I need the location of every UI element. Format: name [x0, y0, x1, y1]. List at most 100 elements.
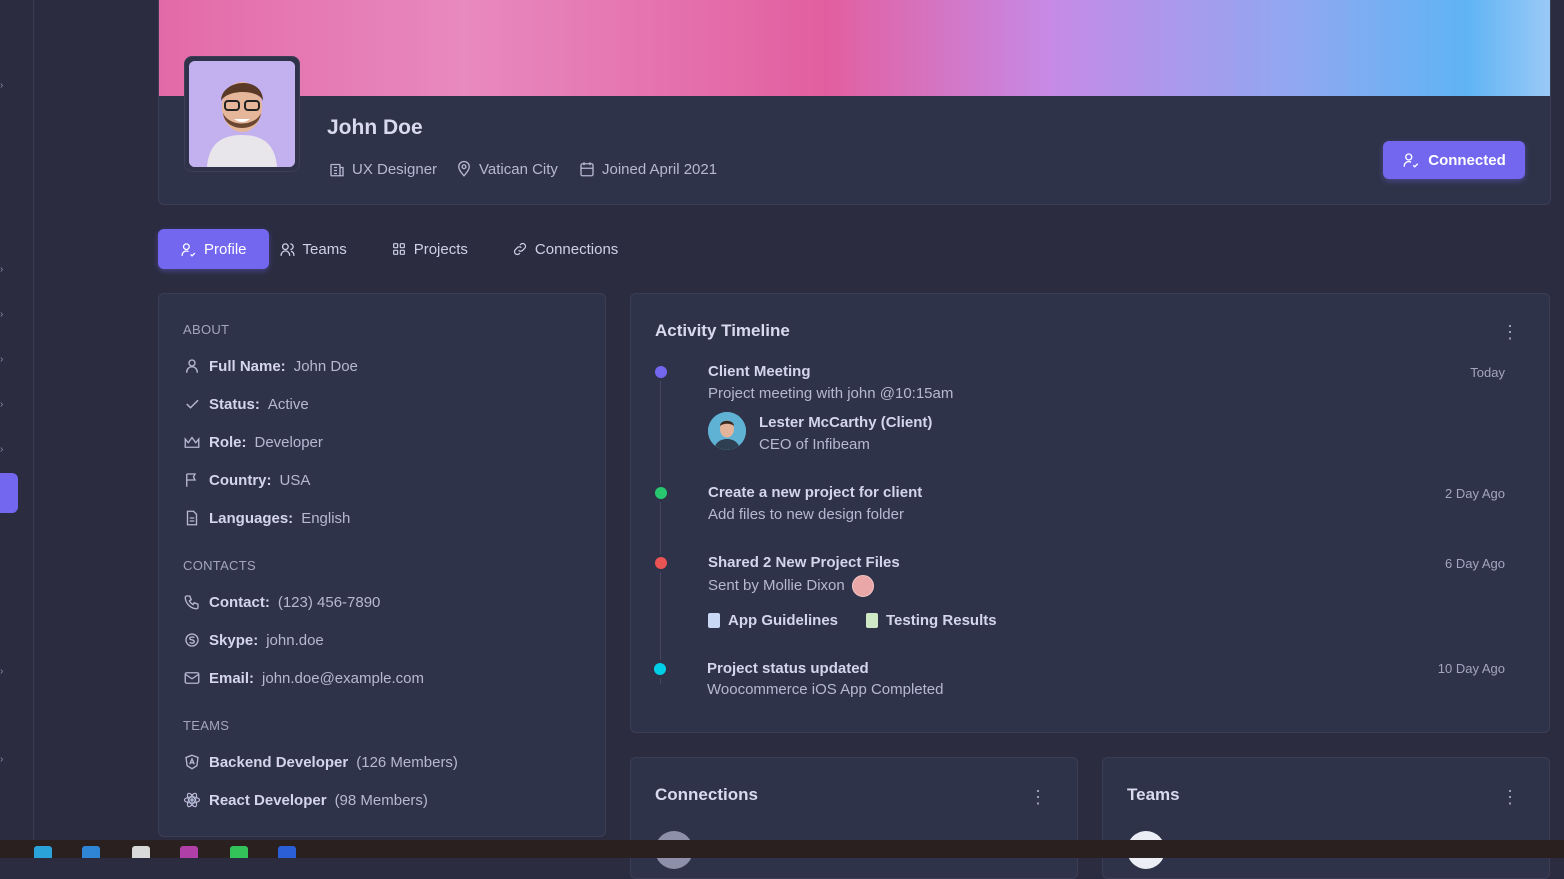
timeline-dot — [655, 366, 667, 378]
sender-avatar — [851, 575, 874, 597]
contact-item-email: Email: john.doe@example.com — [183, 669, 424, 687]
event-subtitle-text: Sent by Mollie Dixon — [708, 576, 845, 594]
about-label: Full Name: — [209, 357, 286, 375]
about-label: Country: — [209, 471, 272, 489]
profile-name: John Doe — [327, 116, 423, 139]
angular-icon — [185, 754, 199, 770]
client-role: CEO of Infibeam — [759, 436, 870, 453]
joined-date: Joined April 2021 — [578, 160, 717, 178]
chevron-right-icon[interactable]: › — [0, 444, 3, 455]
whatsapp-icon[interactable] — [230, 846, 248, 858]
timeline-dot — [655, 487, 667, 499]
contact-value[interactable]: (123) 456-7890 — [278, 594, 381, 611]
activity-timeline-card: Activity Timeline ⋮ Client Meeting Today… — [630, 293, 1550, 733]
file-icon — [708, 613, 720, 628]
contacts-heading: CONTACTS — [183, 558, 256, 573]
connected-button[interactable]: Connected — [1383, 141, 1525, 179]
more-vertical-icon[interactable]: ⋮ — [1501, 787, 1519, 808]
chevron-right-icon[interactable]: › — [0, 309, 3, 320]
telegram-icon[interactable] — [34, 846, 52, 858]
react-icon — [183, 792, 201, 808]
connections-card: Connections ⋮ — [630, 757, 1078, 879]
event-title: Client Meeting — [708, 363, 811, 380]
about-item-full-name: Full Name: John Doe — [183, 357, 358, 375]
file-text-icon — [186, 510, 198, 526]
map-pin-icon — [458, 160, 470, 177]
team-item-backend: Backend Developer (126 Members) — [183, 753, 458, 771]
chevron-right-icon[interactable]: › — [0, 354, 3, 365]
location-text: Vatican City — [479, 160, 558, 178]
chevron-right-icon[interactable]: › — [0, 264, 3, 275]
app-icon[interactable] — [278, 846, 296, 858]
about-value: English — [301, 509, 351, 527]
sidebar-active-item[interactable] — [0, 473, 18, 513]
connected-label: Connected — [1428, 151, 1506, 169]
event-title: Shared 2 New Project Files — [708, 554, 900, 571]
file-attachment[interactable]: App Guidelines — [708, 612, 838, 629]
about-card: ABOUT Full Name: John Doe Status: Active… — [158, 293, 606, 837]
tab-connections[interactable]: Connections — [490, 229, 640, 269]
profile-tabs: Profile Teams Projects Connections — [158, 229, 640, 269]
grid-icon — [392, 243, 405, 255]
user-check-icon — [1403, 153, 1419, 168]
tab-profile[interactable]: Profile — [158, 229, 269, 269]
crown-icon — [184, 436, 200, 448]
file-attachment[interactable]: Testing Results — [866, 612, 997, 629]
vscode-icon[interactable] — [82, 846, 100, 858]
timeline-dot — [654, 663, 666, 675]
about-label: Status: — [209, 395, 260, 413]
contact-value[interactable]: john.doe — [266, 632, 324, 649]
about-item-status: Status: Active — [183, 395, 309, 413]
profile-banner — [159, 0, 1550, 96]
contact-label: Skype: — [209, 631, 259, 649]
teams-title: Teams — [1127, 785, 1180, 804]
team-name[interactable]: Backend Developer — [209, 754, 348, 771]
contact-item-phone: Contact: (123) 456-7890 — [183, 593, 380, 611]
event-subtitle: Add files to new design folder — [708, 506, 904, 523]
calendar-icon — [580, 162, 594, 177]
about-item-languages: Languages: English — [183, 509, 350, 527]
chevron-right-icon[interactable]: › — [0, 80, 3, 91]
user-icon — [186, 359, 198, 373]
job-title: UX Designer — [328, 160, 437, 178]
event-title: Create a new project for client — [708, 484, 923, 501]
about-value: USA — [279, 471, 311, 489]
event-subtitle: Woocommerce iOS App Completed — [707, 681, 944, 698]
job-title-text: UX Designer — [352, 160, 438, 178]
sidebar: › › › › › › › › — [0, 0, 34, 840]
event-title: Project status updated — [707, 660, 869, 677]
skype-icon — [185, 633, 199, 647]
phpstorm-icon[interactable] — [180, 846, 198, 858]
chevron-right-icon[interactable]: › — [0, 754, 3, 765]
more-vertical-icon[interactable]: ⋮ — [1501, 322, 1519, 343]
tab-label: Profile — [204, 240, 247, 258]
teams-heading: TEAMS — [183, 718, 230, 733]
tab-teams[interactable]: Teams — [269, 229, 369, 269]
chevron-right-icon[interactable]: › — [0, 399, 3, 410]
event-time: 10 Day Ago — [1437, 661, 1505, 676]
team-members: (98 Members) — [334, 791, 428, 809]
timeline-dot — [655, 557, 667, 569]
teams-card: Teams ⋮ — [1102, 757, 1550, 879]
timeline-line — [660, 374, 661, 684]
tab-label: Teams — [302, 240, 347, 258]
about-label: Languages: — [209, 509, 294, 527]
about-label: Role: — [209, 433, 247, 451]
flag-icon — [186, 473, 197, 487]
contact-value[interactable]: john.doe@example.com — [262, 670, 424, 687]
chevron-right-icon[interactable]: › — [0, 666, 3, 677]
browser-icon[interactable] — [132, 846, 150, 858]
more-vertical-icon[interactable]: ⋮ — [1029, 787, 1047, 808]
event-time: 2 Day Ago — [1445, 486, 1505, 501]
about-heading: ABOUT — [183, 322, 230, 337]
link-icon — [513, 242, 526, 256]
user-check-icon — [181, 242, 196, 257]
tab-projects[interactable]: Projects — [369, 229, 490, 269]
location: Vatican City — [455, 160, 558, 178]
connections-title: Connections — [655, 785, 758, 804]
contact-item-skype: Skype: john.doe — [183, 631, 324, 649]
contact-label: Contact: — [209, 593, 270, 611]
team-item-react: React Developer (98 Members) — [183, 791, 428, 809]
timeline-title: Activity Timeline — [655, 321, 790, 340]
team-name[interactable]: React Developer — [209, 792, 327, 809]
